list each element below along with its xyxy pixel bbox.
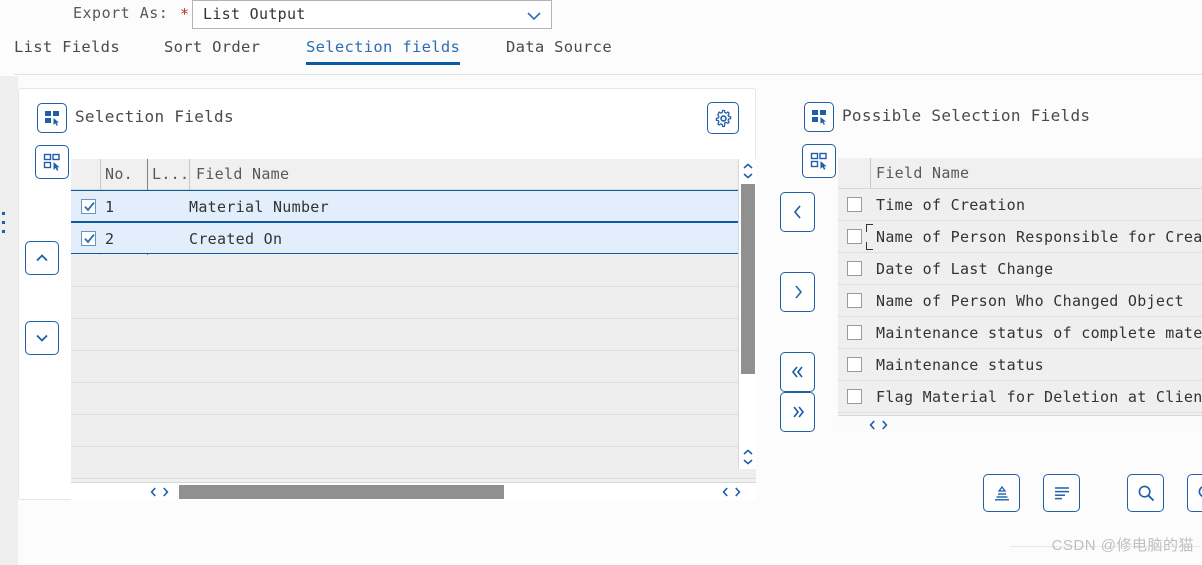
vertical-scrollbar[interactable] xyxy=(738,159,756,469)
table-header-row: No. L... Field Name xyxy=(71,159,756,190)
sort-ascending-button[interactable] xyxy=(983,474,1020,512)
scroll-down-icon-bottom[interactable] xyxy=(742,457,754,466)
select-rows-pointer-icon-right[interactable] xyxy=(802,144,836,178)
selection-fields-panel: Selection Fields No. L... Field Name 1 M… xyxy=(18,88,756,500)
row-checkbox[interactable] xyxy=(847,261,862,276)
panel-resize-handle[interactable] xyxy=(2,212,5,242)
column-header-length[interactable]: L... xyxy=(152,165,189,183)
list-item-label: Maintenance status of complete materi xyxy=(876,324,1202,342)
table-row[interactable] xyxy=(71,415,756,447)
scroll-left-icon-end[interactable] xyxy=(721,486,730,498)
list-item-label: Name of Person Who Changed Object xyxy=(876,292,1184,310)
cell-no: 1 xyxy=(105,198,115,216)
select-all-pointer-icon[interactable] xyxy=(37,103,67,133)
row-checkbox[interactable] xyxy=(847,357,862,372)
left-rail xyxy=(0,76,18,565)
selection-fields-title: Selection Fields xyxy=(75,107,234,126)
table-row[interactable] xyxy=(71,255,756,287)
search-icon xyxy=(1198,485,1202,498)
table-row[interactable] xyxy=(71,383,756,415)
select-rows-pointer-icon[interactable] xyxy=(35,145,69,179)
row-checkbox[interactable] xyxy=(847,197,862,212)
tab-list-fields[interactable]: List Fields xyxy=(14,38,120,65)
col-divider-1 xyxy=(100,159,101,190)
column-header-no[interactable]: No. xyxy=(105,165,133,183)
gear-icon[interactable] xyxy=(707,102,739,134)
scroll-up-icon-bottom[interactable] xyxy=(742,448,754,457)
col-divider-right xyxy=(870,158,871,189)
list-item-label: Time of Creation xyxy=(876,196,1026,214)
list-item[interactable]: Date of Last Change xyxy=(838,253,1202,285)
table-row[interactable]: 2 Created On xyxy=(71,222,756,254)
export-toolbar: Export As: * List Output xyxy=(0,0,1202,33)
row-checkbox[interactable] xyxy=(81,231,96,246)
scroll-down-icon[interactable] xyxy=(742,171,754,180)
tab-bar-divider xyxy=(14,74,1202,75)
selection-fields-table: No. L... Field Name 1 Material Number 2 … xyxy=(71,159,756,500)
vertical-scroll-thumb[interactable] xyxy=(741,184,755,374)
export-format-dropdown[interactable]: List Output xyxy=(192,0,552,29)
row-checkbox[interactable] xyxy=(847,325,862,340)
list-item[interactable]: Time of Creation xyxy=(838,189,1202,221)
table-row[interactable]: 1 Material Number xyxy=(71,190,756,222)
column-header-field-name-right[interactable]: Field Name xyxy=(876,164,969,182)
filter-lines-icon xyxy=(1054,487,1069,500)
required-asterisk: * xyxy=(180,5,190,23)
select-all-pointer-icon-right[interactable] xyxy=(804,102,834,132)
list-item-label: Name of Person Responsible for Creati xyxy=(876,228,1202,246)
app-root: Export As: * List Output List Fields Sor… xyxy=(0,0,1202,565)
sort-ascending-icon xyxy=(994,485,1009,501)
list-item[interactable]: Name of Person Who Changed Object xyxy=(838,285,1202,317)
scroll-right-icon-end[interactable] xyxy=(733,486,742,498)
move-down-button[interactable] xyxy=(25,321,59,355)
chevron-down-icon xyxy=(526,8,542,24)
export-as-label: Export As: xyxy=(73,4,169,22)
list-item-label: Date of Last Change xyxy=(876,260,1054,278)
table-row[interactable] xyxy=(71,319,756,351)
table-row[interactable] xyxy=(71,351,756,383)
tab-bar: List Fields Sort Order Selection fields … xyxy=(0,38,1202,75)
cell-field-name: Material Number xyxy=(189,198,329,216)
table-header-row-right: Field Name xyxy=(838,158,1202,189)
filter-button[interactable] xyxy=(1043,474,1080,512)
list-item[interactable]: Maintenance status xyxy=(838,349,1202,381)
row-checkbox[interactable] xyxy=(847,229,862,244)
horizontal-scrollbar-right[interactable] xyxy=(838,415,1202,433)
watermark: CSDN @修电脑的猫 xyxy=(1051,537,1194,554)
possible-selection-fields-title: Possible Selection Fields xyxy=(842,106,1091,125)
tab-data-source[interactable]: Data Source xyxy=(506,38,612,65)
search-button[interactable] xyxy=(1127,474,1164,512)
horizontal-scroll-thumb[interactable] xyxy=(179,485,504,499)
row-checkbox[interactable] xyxy=(847,389,862,404)
search-icon xyxy=(1138,485,1154,501)
scroll-up-icon[interactable] xyxy=(742,162,754,171)
row-checkbox[interactable] xyxy=(847,293,862,308)
list-item[interactable]: Name of Person Responsible for Creati xyxy=(838,221,1202,253)
row-checkbox[interactable] xyxy=(81,199,96,214)
scroll-left-icon[interactable] xyxy=(149,486,158,498)
possible-selection-fields-table: Field Name Time of Creation Name of Pers… xyxy=(838,158,1202,433)
scroll-left-icon-right[interactable] xyxy=(868,419,877,431)
column-header-field-name[interactable]: Field Name xyxy=(196,165,289,183)
export-format-value: List Output xyxy=(203,5,306,23)
focus-indicator xyxy=(866,224,876,250)
list-item-label: Flag Material for Deletion at Client xyxy=(876,388,1202,406)
table-row[interactable] xyxy=(71,287,756,319)
find-next-button[interactable] xyxy=(1187,474,1202,512)
scroll-right-icon[interactable] xyxy=(161,486,170,498)
possible-selection-fields-panel: Possible Selection Fields Field Name Tim… xyxy=(786,88,1202,433)
cell-field-name: Created On xyxy=(189,230,283,248)
tab-sort-order[interactable]: Sort Order xyxy=(164,38,260,65)
list-item-label: Maintenance status xyxy=(876,356,1044,374)
table-row[interactable] xyxy=(71,447,756,479)
list-item[interactable]: Maintenance status of complete materi xyxy=(838,317,1202,349)
cell-no: 2 xyxy=(105,230,115,248)
move-up-button[interactable] xyxy=(25,241,59,275)
tab-selection-fields[interactable]: Selection fields xyxy=(306,38,461,65)
col-divider-4 xyxy=(189,159,190,190)
list-item[interactable]: Flag Material for Deletion at Client xyxy=(838,381,1202,413)
horizontal-scrollbar[interactable] xyxy=(71,482,756,500)
scroll-right-icon-right[interactable] xyxy=(880,419,889,431)
